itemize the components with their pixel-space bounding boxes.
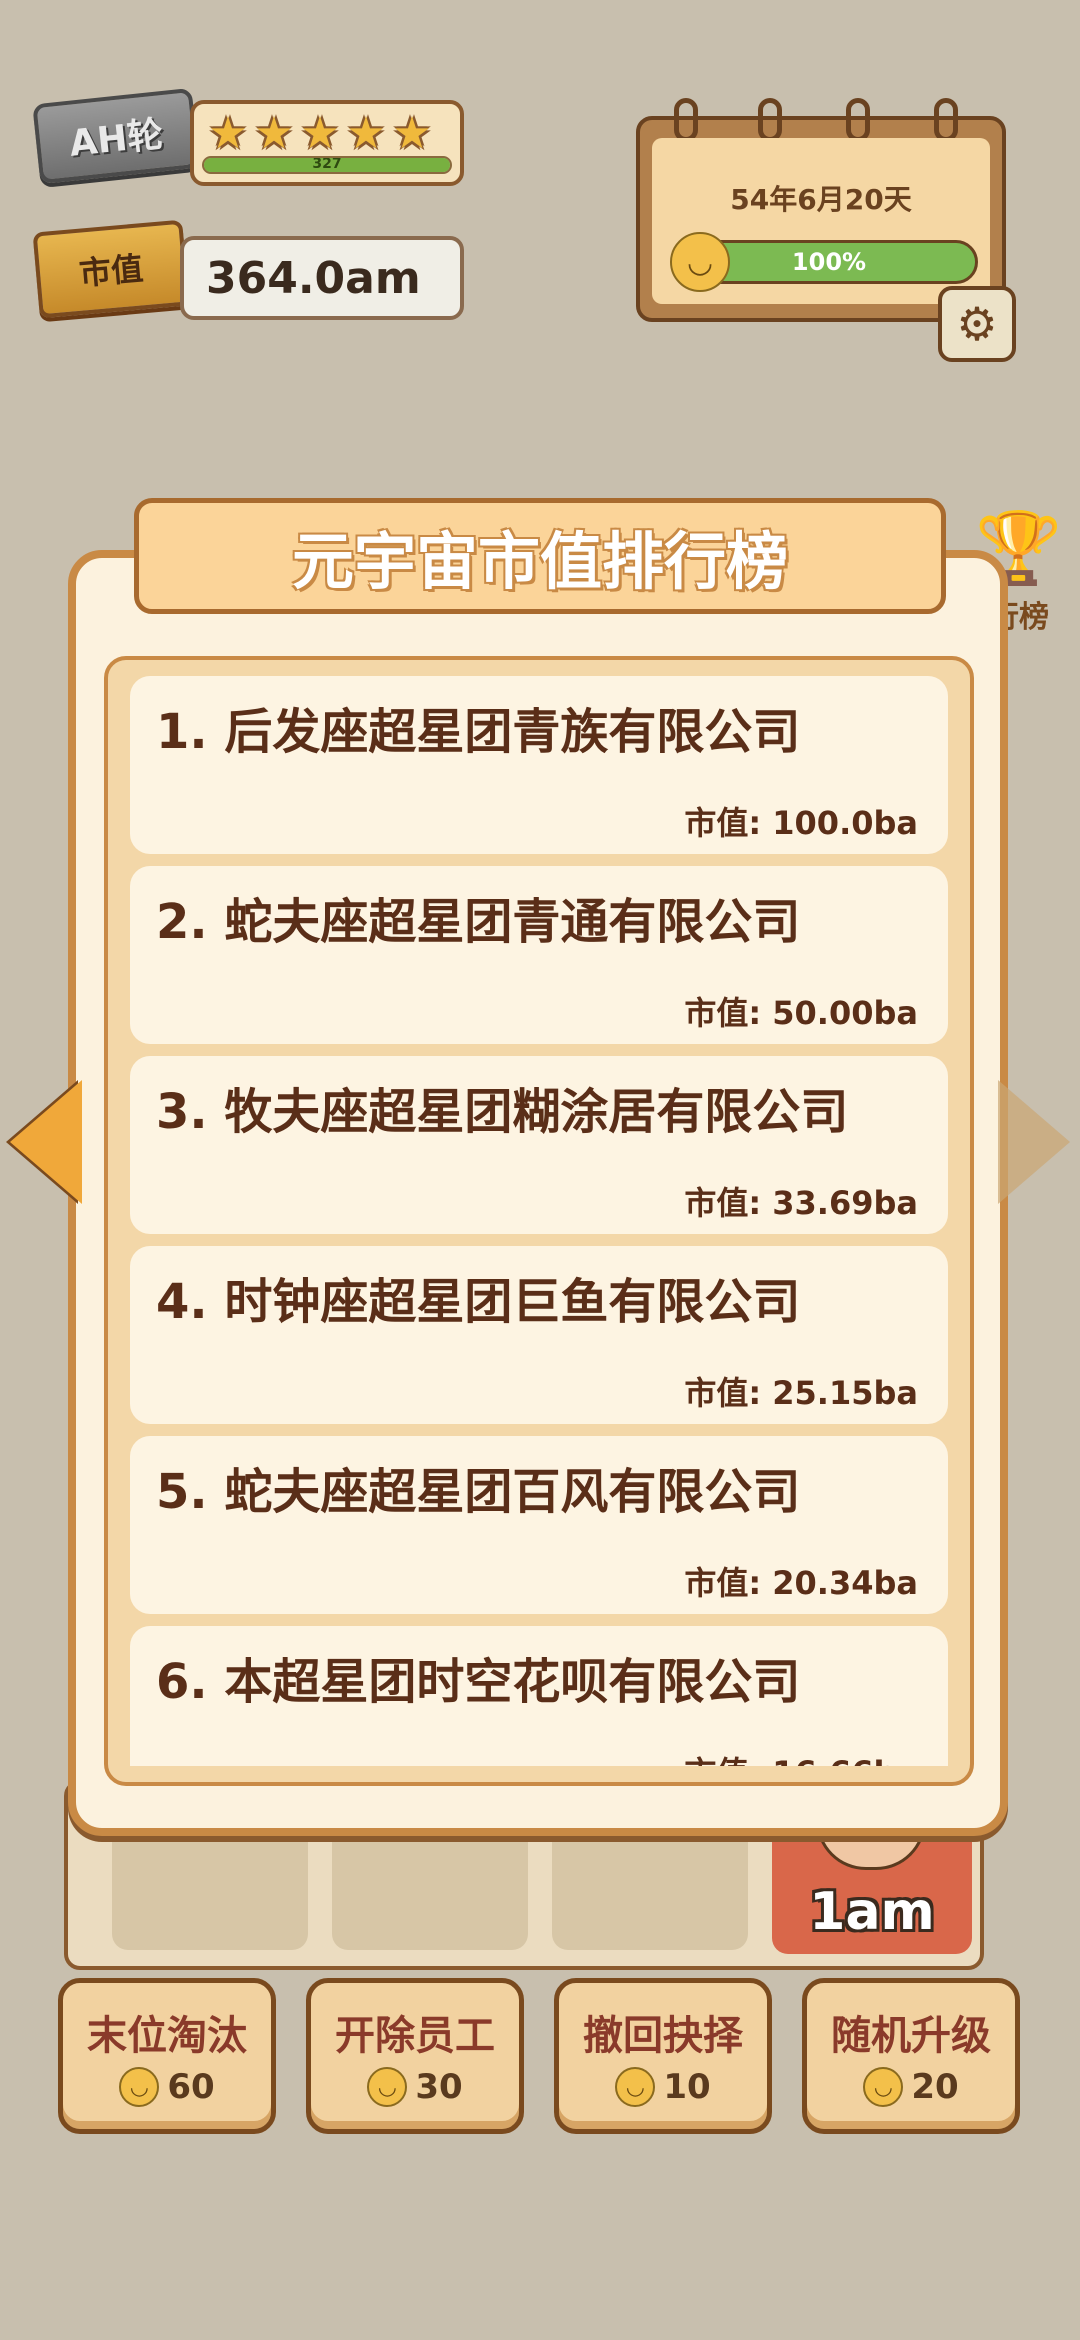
random-upgrade-button[interactable]: 随机升级 ◡ 20 <box>802 1978 1020 2134</box>
arrow-left-icon[interactable] <box>10 1080 82 1204</box>
undo-choice-button[interactable]: 撤回抉择 ◡ 10 <box>554 1978 772 2134</box>
star-icon: ★ <box>254 108 294 159</box>
employee-value-label: 1am <box>809 1882 935 1942</box>
xp-value: 327 <box>312 156 342 172</box>
ranking-row: 4. 时钟座超星团巨鱼有限公司 市值: 25.15ba <box>130 1246 948 1424</box>
tool-cost-value: 60 <box>167 2067 215 2107</box>
tool-cost-value: 30 <box>415 2067 463 2107</box>
tool-cost: ◡ 60 <box>63 2067 271 2107</box>
company-market-value: 市值: 16.66ba <box>684 1748 918 1766</box>
tool-cost-value: 20 <box>911 2067 959 2107</box>
market-value-plate: 市值 <box>32 219 190 319</box>
smiley-icon: ◡ <box>615 2067 656 2107</box>
ranking-list-frame[interactable]: 1. 后发座超星团青族有限公司 市值: 100.0ba 2. 蛇夫座超星团青通有… <box>104 656 974 1786</box>
market-value-label: 市值 <box>77 249 145 293</box>
tool-title: 开除员工 <box>335 2013 495 2059</box>
smiley-icon: ◡ <box>119 2067 160 2107</box>
star-icon: ★ <box>346 108 386 159</box>
calendar-date: 54年6月20天 <box>730 183 912 216</box>
ranking-row: 2. 蛇夫座超星团青通有限公司 市值: 50.00ba <box>130 866 948 1044</box>
gear-icon: ⚙ <box>956 297 998 351</box>
tool-cost: ◡ 20 <box>807 2067 1015 2107</box>
company-name: 4. 时钟座超星团巨鱼有限公司 <box>156 1274 801 1330</box>
smiley-icon: ◡ <box>670 232 730 292</box>
star-icon: ★ <box>208 108 248 159</box>
smiley-icon: ◡ <box>367 2067 408 2107</box>
company-market-value: 市值: 50.00ba <box>684 994 918 1032</box>
ranking-row: 1. 后发座超星团青族有限公司 市值: 100.0ba <box>130 676 948 854</box>
eliminate-last-button[interactable]: 末位淘汰 ◡ 60 <box>58 1978 276 2134</box>
ranking-list[interactable]: 1. 后发座超星团青族有限公司 市值: 100.0ba 2. 蛇夫座超星团青通有… <box>130 676 948 1766</box>
company-market-value: 市值: 25.15ba <box>684 1374 918 1412</box>
ranking-row: 5. 蛇夫座超星团百风有限公司 市值: 20.34ba <box>130 1436 948 1614</box>
arrow-right-icon[interactable] <box>998 1080 1070 1204</box>
ranking-row: 3. 牧夫座超星团糊涂居有限公司 市值: 33.69ba <box>130 1056 948 1234</box>
fire-employee-button[interactable]: 开除员工 ◡ 30 <box>306 1978 524 2134</box>
market-value-display: 364.0am <box>180 236 464 320</box>
xp-progress-bar: 327 <box>202 156 452 174</box>
star-icon: ★ <box>392 108 432 159</box>
employee-slot[interactable] <box>112 1826 308 1950</box>
market-value-amount: 364.0am <box>206 252 421 304</box>
ranking-modal-header: 元宇宙市值排行榜 <box>134 498 946 614</box>
settings-button[interactable]: ⚙ <box>938 286 1016 362</box>
company-name: 1. 后发座超星团青族有限公司 <box>156 704 801 760</box>
company-name: 6. 本超星团时空花呗有限公司 <box>156 1654 801 1710</box>
company-name: 5. 蛇夫座超星团百风有限公司 <box>156 1464 801 1520</box>
tool-cost: ◡ 30 <box>311 2067 519 2107</box>
calendar-ring <box>674 98 698 142</box>
funding-round-label: AH轮 <box>67 114 166 165</box>
star-icon: ★ <box>300 108 340 159</box>
funding-round-plate: AH轮 <box>32 87 200 185</box>
tool-title: 末位淘汰 <box>87 2013 247 2059</box>
ranking-modal-title: 元宇宙市值排行榜 <box>291 525 788 598</box>
tool-cost-value: 10 <box>663 2067 711 2107</box>
tool-title: 随机升级 <box>831 2013 991 2059</box>
tool-cost: ◡ 10 <box>559 2067 767 2107</box>
tool-title: 撤回抉择 <box>583 2013 743 2059</box>
company-market-value: 市值: 20.34ba <box>684 1564 918 1602</box>
star-row: ★ ★ ★ ★ ★ <box>208 108 432 159</box>
employee-slot[interactable] <box>552 1826 748 1950</box>
star-rating-panel: ★ ★ ★ ★ ★ 327 <box>190 100 464 186</box>
company-name: 2. 蛇夫座超星团青通有限公司 <box>156 894 801 950</box>
company-market-value: 市值: 100.0ba <box>684 804 918 842</box>
smiley-icon: ◡ <box>863 2067 904 2107</box>
company-market-value: 市值: 33.69ba <box>684 1184 918 1222</box>
calendar-ring <box>758 98 782 142</box>
company-name: 3. 牧夫座超星团糊涂居有限公司 <box>156 1084 849 1140</box>
calendar-ring <box>934 98 958 142</box>
employee-slot[interactable] <box>332 1826 528 1950</box>
ranking-row: 6. 本超星团时空花呗有限公司 市值: 16.66ba <box>130 1626 948 1766</box>
calendar-ring <box>846 98 870 142</box>
